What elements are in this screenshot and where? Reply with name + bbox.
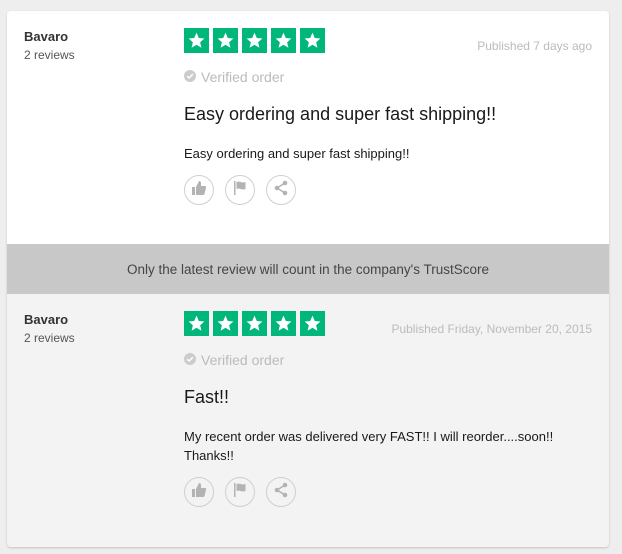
reviewer-name[interactable]: Bavaro — [24, 312, 68, 327]
star-icon — [300, 28, 325, 53]
published-date: Published Friday, November 20, 2015 — [391, 322, 592, 336]
reviewer-name[interactable]: Bavaro — [24, 29, 68, 44]
check-circle-icon — [184, 69, 196, 85]
report-button[interactable] — [225, 175, 255, 205]
share-icon — [273, 180, 289, 201]
reviewer-review-count: 2 reviews — [24, 331, 75, 345]
review-body: Easy ordering and super fast shipping!! — [184, 146, 410, 161]
thumbs-up-icon — [191, 180, 207, 201]
share-button[interactable] — [266, 477, 296, 507]
verified-label: Verified order — [201, 69, 285, 85]
star-rating — [184, 28, 325, 53]
star-icon — [242, 28, 267, 53]
share-button[interactable] — [266, 175, 296, 205]
report-button[interactable] — [225, 477, 255, 507]
share-icon — [273, 482, 289, 503]
star-icon — [184, 311, 209, 336]
star-rating — [184, 311, 325, 336]
review-title[interactable]: Fast!! — [184, 387, 229, 408]
verified-label: Verified order — [201, 352, 285, 368]
thumbs-up-icon — [191, 482, 207, 503]
star-icon — [242, 311, 267, 336]
like-button[interactable] — [184, 175, 214, 205]
star-icon — [300, 311, 325, 336]
star-icon — [213, 28, 238, 53]
star-icon — [271, 28, 296, 53]
review-item: Bavaro 2 reviews Published Friday, Novem… — [7, 294, 609, 547]
star-icon — [213, 311, 238, 336]
review-actions — [184, 477, 296, 507]
reviews-card: Bavaro 2 reviews Published 7 days ago Ve… — [7, 11, 609, 547]
verified-order: Verified order — [184, 352, 284, 368]
review-actions — [184, 175, 296, 205]
review-body: My recent order was delivered very FAST!… — [184, 429, 554, 463]
published-date: Published 7 days ago — [477, 39, 592, 53]
verified-order: Verified order — [184, 69, 284, 85]
star-icon — [184, 28, 209, 53]
flag-icon — [232, 180, 248, 201]
reviewer-review-count: 2 reviews — [24, 48, 75, 62]
review-item: Bavaro 2 reviews Published 7 days ago Ve… — [7, 11, 609, 244]
check-circle-icon — [184, 352, 196, 368]
flag-icon — [232, 482, 248, 503]
review-title[interactable]: Easy ordering and super fast shipping!! — [184, 104, 496, 125]
like-button[interactable] — [184, 477, 214, 507]
trustscore-notice: Only the latest review will count in the… — [7, 244, 609, 294]
star-icon — [271, 311, 296, 336]
